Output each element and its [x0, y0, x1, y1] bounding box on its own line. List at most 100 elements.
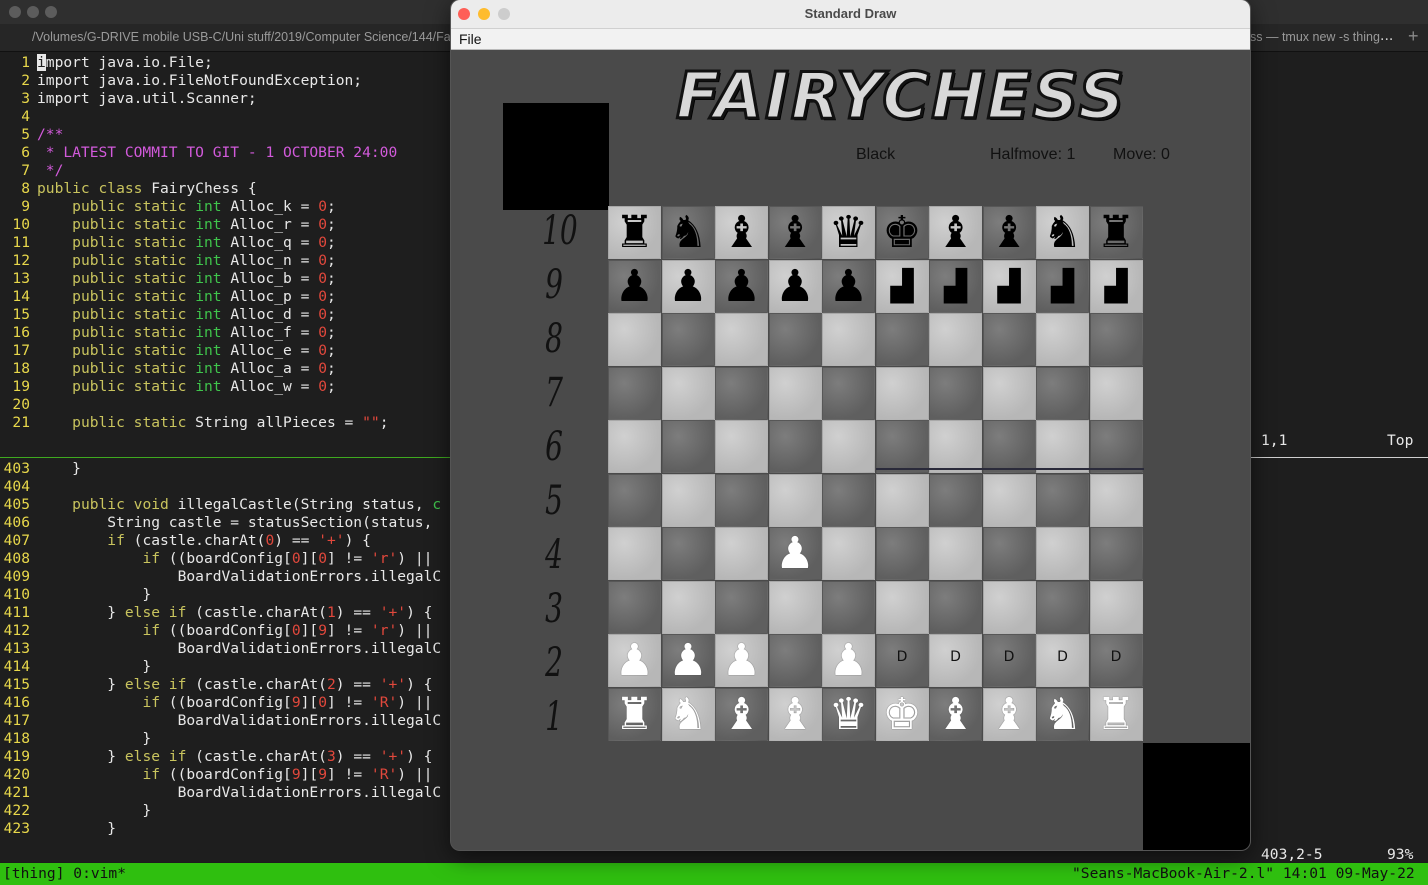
- board-square[interactable]: [875, 366, 929, 420]
- board-square[interactable]: [715, 580, 768, 634]
- code-line[interactable]: 14 public static int Alloc_p = 0;: [0, 288, 335, 306]
- code-line[interactable]: 407 if (castle.charAt(0) == '+') {: [0, 532, 371, 550]
- black-pawn-icon[interactable]: ♟: [769, 260, 822, 313]
- code-line[interactable]: 419 } else if (castle.charAt(3) == '+') …: [0, 748, 433, 766]
- board-square[interactable]: [929, 580, 982, 634]
- board-square[interactable]: [1089, 313, 1143, 366]
- white-knight-icon[interactable]: ♞: [1036, 688, 1089, 741]
- code-line[interactable]: 16 public static int Alloc_f = 0;: [0, 324, 335, 342]
- board-square[interactable]: [608, 420, 661, 473]
- board-square[interactable]: [822, 420, 875, 473]
- board-square[interactable]: [768, 634, 822, 687]
- code-line[interactable]: 20: [0, 396, 37, 414]
- board-square[interactable]: [608, 580, 661, 634]
- board-square[interactable]: [982, 527, 1036, 580]
- white-bishop-icon[interactable]: ♝: [983, 688, 1036, 741]
- board-square[interactable]: [875, 473, 929, 527]
- white-pawn-icon[interactable]: ♟: [608, 634, 661, 687]
- drunken-piece-label[interactable]: D: [1036, 634, 1089, 687]
- code-line[interactable]: 18 public static int Alloc_a = 0;: [0, 360, 335, 378]
- black-bishop-icon[interactable]: ♝: [929, 206, 982, 259]
- board-square[interactable]: [822, 366, 875, 420]
- white-king-icon[interactable]: ♚: [876, 688, 929, 741]
- close-button[interactable]: [9, 6, 21, 18]
- board-square[interactable]: [661, 580, 715, 634]
- board-square[interactable]: [608, 473, 661, 527]
- board-square[interactable]: [1036, 473, 1089, 527]
- board-square[interactable]: [929, 527, 982, 580]
- board-square[interactable]: [715, 420, 768, 473]
- code-line[interactable]: 403 }: [0, 460, 81, 478]
- file-menu[interactable]: File: [459, 31, 482, 47]
- board-square[interactable]: [1036, 313, 1089, 366]
- black-pawn-icon[interactable]: ♟: [715, 260, 768, 313]
- black-bishop-icon[interactable]: ♝: [983, 206, 1036, 259]
- board-square[interactable]: [1089, 527, 1143, 580]
- board-square[interactable]: [1036, 420, 1089, 473]
- white-rook-icon[interactable]: ♜: [608, 688, 661, 741]
- mug-icon[interactable]: ▟: [1090, 260, 1143, 313]
- code-line[interactable]: 408 if ((boardConfig[0][0] != 'r') ||: [0, 550, 433, 568]
- code-line[interactable]: 410 }: [0, 586, 152, 604]
- code-line[interactable]: 406 String castle = statusSection(status…: [0, 514, 433, 532]
- code-line[interactable]: 21 public static String allPieces = "";: [0, 414, 388, 432]
- board-square[interactable]: [715, 473, 768, 527]
- board-square[interactable]: [822, 527, 875, 580]
- white-bishop-icon[interactable]: ♝: [715, 688, 768, 741]
- black-pawn-icon[interactable]: ♟: [662, 260, 715, 313]
- white-rook-icon[interactable]: ♜: [1090, 688, 1143, 741]
- board-square[interactable]: [982, 580, 1036, 634]
- white-bishop-icon[interactable]: ♝: [929, 688, 982, 741]
- white-pawn-icon[interactable]: ♟: [715, 634, 768, 687]
- drunken-piece-label[interactable]: D: [1090, 634, 1143, 687]
- draw-canvas[interactable]: FAIRYCHESS Black Halfmove: 1 Move: 0 10 9…: [451, 50, 1250, 850]
- code-line[interactable]: 405 public void illegalCastle(String sta…: [0, 496, 442, 514]
- board-square[interactable]: [768, 580, 822, 634]
- black-rook-icon[interactable]: ♜: [608, 206, 661, 259]
- mug-icon[interactable]: ▟: [1036, 260, 1089, 313]
- black-rook-icon[interactable]: ♜: [1090, 206, 1143, 259]
- white-bishop-icon[interactable]: ♝: [769, 688, 822, 741]
- code-line[interactable]: 417 BoardValidationErrors.illegalC: [0, 712, 442, 730]
- drunken-piece-label[interactable]: D: [876, 634, 929, 687]
- tmux-session[interactable]: [thing] 0:vim*: [3, 865, 126, 882]
- board-square[interactable]: [875, 527, 929, 580]
- board-square[interactable]: [661, 420, 715, 473]
- code-line[interactable]: 10 public static int Alloc_r = 0;: [0, 216, 335, 234]
- board-square[interactable]: [822, 473, 875, 527]
- mug-icon[interactable]: ▟: [929, 260, 982, 313]
- new-tab-button[interactable]: +: [1408, 26, 1419, 47]
- black-bishop-icon[interactable]: ♝: [769, 206, 822, 259]
- chess-board[interactable]: ♜ ♞ ♝ ♝ ♛ ♚ ♝ ♝ ♞ ♜ ♟ ♟ ♟ ♟ ♟ ▟ ▟ ▟ ▟ ▟ ♟ ♟ ♟ ♟ ♟ D D D D D ♜ ♞ ♝ ♝ ♛ ♚ ♝ ♝ ♞ ♜: [608, 206, 1146, 746]
- code-line[interactable]: 17 public static int Alloc_e = 0;: [0, 342, 335, 360]
- window-titlebar[interactable]: Standard Draw: [451, 0, 1250, 29]
- code-line[interactable]: 411 } else if (castle.charAt(1) == '+') …: [0, 604, 433, 622]
- board-square[interactable]: [929, 473, 982, 527]
- black-knight-icon[interactable]: ♞: [662, 206, 715, 259]
- board-square[interactable]: [661, 473, 715, 527]
- white-queen-icon[interactable]: ♛: [822, 688, 875, 741]
- code-line[interactable]: 8 public class FairyChess {: [0, 180, 256, 198]
- board-square[interactable]: [1089, 473, 1143, 527]
- board-square[interactable]: [875, 313, 929, 366]
- board-square[interactable]: [1089, 366, 1143, 420]
- board-square[interactable]: [1036, 580, 1089, 634]
- code-line[interactable]: 404: [0, 478, 37, 496]
- drunken-piece-label[interactable]: D: [983, 634, 1036, 687]
- board-square[interactable]: [982, 420, 1036, 473]
- board-square[interactable]: [1036, 527, 1089, 580]
- board-square[interactable]: [768, 473, 822, 527]
- code-line[interactable]: 421 BoardValidationErrors.illegalC: [0, 784, 442, 802]
- code-line[interactable]: 3 import java.util.Scanner;: [0, 90, 256, 108]
- board-square[interactable]: [929, 366, 982, 420]
- board-square[interactable]: [661, 527, 715, 580]
- code-line[interactable]: 4: [0, 108, 37, 126]
- code-line[interactable]: 1 import java.io.File;: [0, 54, 213, 72]
- code-line[interactable]: 420 if ((boardConfig[9][9] != 'R') ||: [0, 766, 433, 784]
- board-square[interactable]: [768, 366, 822, 420]
- code-line[interactable]: 9 public static int Alloc_k = 0;: [0, 198, 336, 216]
- white-pawn-icon[interactable]: ♟: [822, 634, 875, 687]
- board-square[interactable]: [1036, 366, 1089, 420]
- code-line[interactable]: 13 public static int Alloc_b = 0;: [0, 270, 335, 288]
- board-square[interactable]: [715, 527, 768, 580]
